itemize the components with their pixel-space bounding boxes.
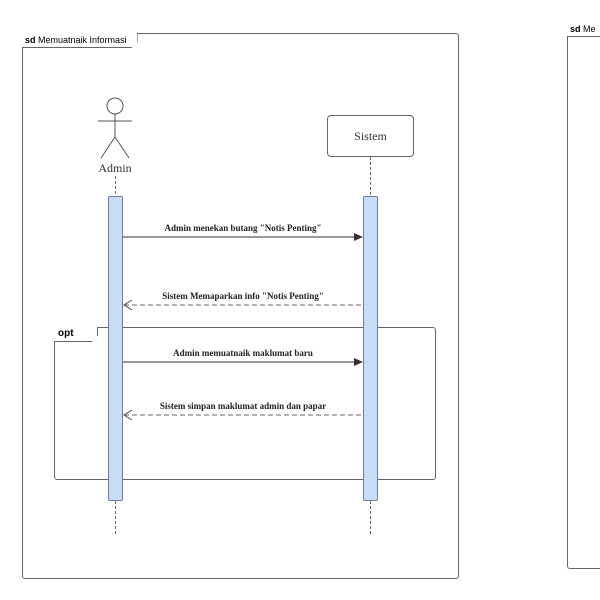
message-4-label: Sistem simpan maklumat admin dan papar (159, 401, 327, 411)
message-3-label: Admin memuatnaik maklumat baru (173, 348, 313, 358)
message-1-label: Admin menekan butang "Notis Penting" (164, 223, 322, 233)
message-2-label: Sistem Memaparkan info "Notis Penting" (162, 291, 324, 301)
